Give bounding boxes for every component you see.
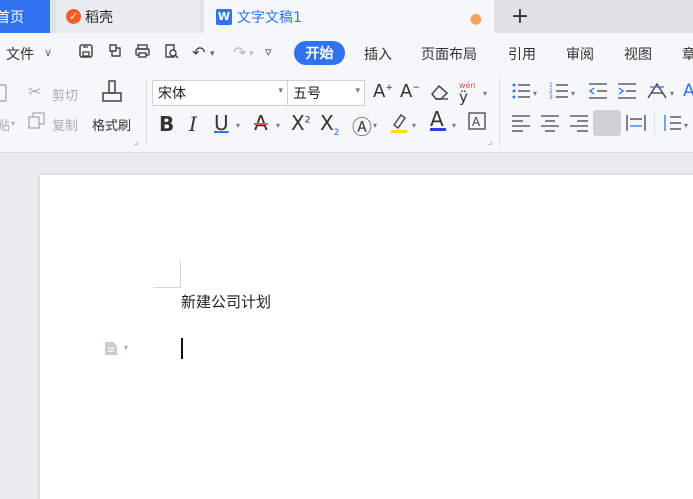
print-preview-icon[interactable] (163, 43, 179, 63)
paste-icon[interactable] (0, 81, 8, 107)
chinese-layout-dropdown-icon[interactable]: ▾ (670, 89, 674, 98)
menu-start[interactable]: 开始 (294, 41, 345, 65)
menu-page-layout[interactable]: 页面布局 (421, 44, 477, 64)
bold-icon[interactable]: B (159, 112, 174, 136)
scissors-icon[interactable]: ✂ (28, 82, 41, 101)
format-painter-button[interactable]: 格式刷 (92, 115, 131, 134)
document-page[interactable] (40, 175, 693, 499)
format-painter-icon[interactable] (101, 79, 125, 109)
underline-dropdown-icon[interactable]: ▾ (236, 121, 240, 130)
ribbon-home: 贴 ▾ ✂ 剪切 复制 格式刷 ⌟ 宋体 ▾ 五号 ▾ A+ A− wén ÿ (0, 73, 693, 153)
font-color-dropdown-icon[interactable]: ▾ (452, 121, 456, 130)
chinese-layout-icon[interactable] (646, 82, 668, 105)
phonetic-guide-icon[interactable]: wén ÿ (459, 82, 476, 105)
strikethrough-dropdown-icon[interactable]: ▾ (276, 121, 280, 130)
writer-doc-icon: W (216, 8, 232, 25)
document-text-line[interactable]: 新建公司计划 (181, 291, 271, 312)
paste-label[interactable]: 贴 (0, 115, 10, 134)
text-effect-icon[interactable]: Ⓐ (352, 111, 372, 140)
copy-button[interactable]: 复制 (52, 115, 78, 134)
numbering-icon[interactable]: 123 (549, 82, 569, 104)
cut-button[interactable]: 剪切 (52, 85, 78, 104)
margin-corner-mark (154, 287, 181, 288)
text-cursor (181, 338, 183, 359)
bullets-dropdown-icon[interactable]: ▾ (533, 89, 537, 98)
paste-dropdown-icon[interactable]: ▾ (11, 119, 15, 128)
increase-font-size-icon[interactable]: A+ (373, 81, 393, 102)
save-icon[interactable] (78, 43, 94, 63)
italic-icon[interactable]: I (189, 112, 197, 136)
new-tab-button[interactable]: + (505, 2, 535, 30)
character-border-icon[interactable]: A (468, 112, 486, 134)
margin-corner-mark (180, 260, 181, 288)
align-left-icon[interactable] (511, 114, 531, 136)
menu-chapter[interactable]: 章 (682, 44, 693, 64)
strikethrough-icon[interactable]: A (254, 111, 268, 135)
decrease-indent-icon[interactable] (588, 82, 608, 104)
tab-daoke[interactable]: ✓ 稻壳 (56, 0, 200, 33)
menu-bar: 文件 ∨ ↶ ▾ ↷ ▾ ▿ 开始 插入 页面布局 引用 审阅 视图 章 (0, 33, 693, 73)
clear-formatting-icon[interactable] (430, 83, 450, 105)
font-size-dropdown-icon: ▾ (355, 86, 360, 96)
distributed-align-icon[interactable] (626, 114, 646, 136)
font-size-value: 五号 (293, 86, 321, 102)
font-name-dropdown-icon: ▾ (278, 86, 283, 96)
daoke-logo-icon: ✓ (66, 9, 81, 24)
decrease-font-size-icon[interactable]: A− (400, 81, 420, 102)
numbering-dropdown-icon[interactable]: ▾ (571, 89, 575, 98)
line-spacing-dropdown-icon[interactable]: ▾ (684, 121, 688, 130)
undo-dropdown-icon[interactable]: ▾ (210, 49, 215, 59)
file-dropdown-icon[interactable]: ∨ (44, 46, 52, 59)
ribbon-separator (654, 111, 655, 135)
tab-home-label: 首页 (0, 9, 24, 26)
font-color-icon[interactable]: A (430, 109, 446, 131)
wps-writer-window: { "tabs": { "home": "首页", "daoke": "稻壳",… (0, 0, 693, 499)
subscript-icon[interactable]: X2 (320, 111, 339, 138)
text-effect-dropdown-icon[interactable]: ▾ (373, 121, 377, 130)
increase-indent-icon[interactable] (617, 82, 637, 104)
svg-text:A: A (472, 115, 481, 129)
svg-text:3: 3 (549, 94, 553, 100)
font-name-select[interactable]: 宋体 ▾ (152, 80, 288, 106)
phonetic-guide-dropdown-icon[interactable]: ▾ (483, 89, 487, 98)
paragraph-handle-dropdown-icon[interactable]: ▾ (124, 343, 128, 352)
justify-active-highlight (593, 110, 621, 136)
menu-references[interactable]: 引用 (508, 44, 536, 64)
print-icon[interactable] (134, 43, 151, 63)
menu-view[interactable]: 视图 (624, 44, 652, 64)
copy-icon[interactable] (28, 112, 45, 133)
menu-file[interactable]: 文件 (6, 44, 34, 64)
tab-daoke-label: 稻壳 (85, 9, 113, 26)
tab-bar: 首页 ✓ 稻壳 W 文字文稿1 ● + (0, 0, 693, 33)
bullets-icon[interactable] (511, 82, 531, 104)
align-center-icon[interactable] (540, 114, 560, 136)
undo-icon[interactable]: ↶ (192, 43, 205, 62)
customize-quick-access-icon[interactable]: ▿ (265, 45, 272, 60)
menu-insert[interactable]: 插入 (364, 44, 392, 64)
output-pdf-icon[interactable] (106, 43, 122, 63)
highlight-color-icon[interactable] (389, 112, 409, 138)
sort-icon[interactable]: A (683, 81, 693, 101)
tab-document-label: 文字文稿1 (237, 9, 302, 26)
font-name-value: 宋体 (158, 86, 186, 102)
align-right-icon[interactable] (569, 114, 589, 136)
menu-review[interactable]: 审阅 (566, 44, 594, 64)
ribbon-separator (146, 79, 147, 145)
ribbon-separator (499, 79, 500, 145)
redo-dropdown-icon[interactable]: ▾ (249, 49, 254, 59)
underline-icon[interactable]: U (214, 111, 229, 135)
tab-home[interactable]: 首页 (0, 0, 50, 33)
font-size-select[interactable]: 五号 ▾ (287, 80, 365, 106)
tab-document[interactable]: W 文字文稿1 ● (204, 0, 494, 33)
clipboard-group-expander-icon[interactable]: ⌟ (134, 137, 138, 147)
line-spacing-icon[interactable] (662, 114, 682, 136)
font-group-expander-icon[interactable]: ⌟ (488, 137, 492, 147)
paragraph-handle-icon[interactable] (104, 341, 118, 356)
highlight-dropdown-icon[interactable]: ▾ (412, 121, 416, 130)
superscript-icon[interactable]: X2 (291, 111, 310, 135)
unsaved-indicator-icon: ● (469, 11, 482, 27)
redo-icon[interactable]: ↷ (233, 43, 246, 62)
